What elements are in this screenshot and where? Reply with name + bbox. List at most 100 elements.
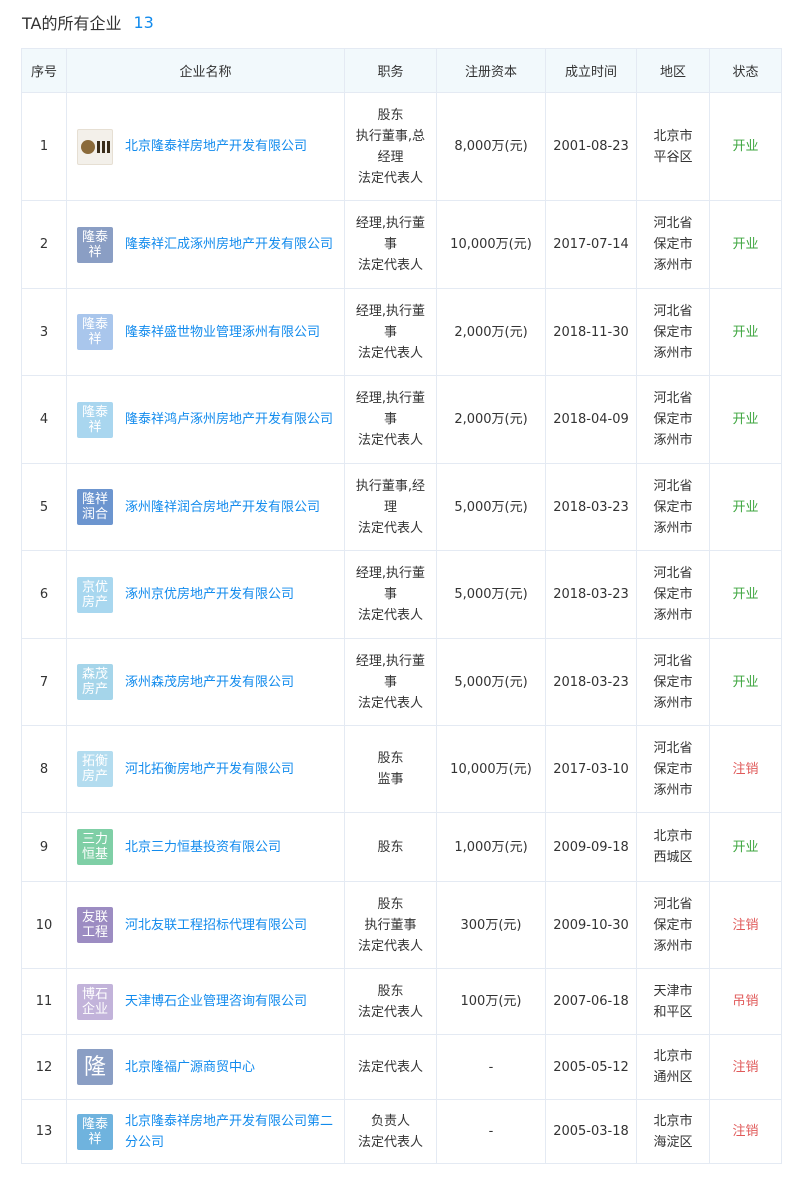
role-text: 经理,执行董 <box>355 653 426 669</box>
company-logo[interactable]: 三力恒基 <box>77 829 113 865</box>
company-logo[interactable]: 隆泰祥 <box>77 401 113 438</box>
date-cell: 2018-03-23 <box>545 463 637 551</box>
company-logo[interactable]: 隆祥润合 <box>77 489 113 525</box>
company-logo[interactable]: 森茂房产 <box>77 664 113 700</box>
company-logo[interactable]: 友联工程 <box>77 907 113 943</box>
region-cell: 河北省 保定市 涿州市 <box>636 725 710 813</box>
company-logo[interactable]: 隆泰祥 <box>77 1113 113 1150</box>
role-text: 事 <box>383 324 397 340</box>
company-name-link[interactable]: 隆泰祥盛世物业管理涿州有限公司 <box>125 322 320 343</box>
row-index: 12 <box>21 1034 67 1100</box>
status-cell: 注销 <box>709 1099 782 1164</box>
col-header-index: 序号 <box>21 48 67 93</box>
status-badge: 注销 <box>732 1059 759 1075</box>
table-row: 3 隆泰祥 隆泰祥盛世物业管理涿州有限公司 经理,执行董事法定代表人 2,000万(元)… <box>21 288 782 376</box>
region-cell: 河北省 保定市 涿州市 <box>636 288 710 376</box>
region-text: 涿州市 <box>653 433 693 448</box>
role-text: 经理,执行董 <box>355 391 426 406</box>
region-text: 北京市 <box>653 1113 693 1129</box>
date-cell: 2017-07-14 <box>545 200 637 289</box>
role-cell: 负责人 法定代表人 <box>344 1099 437 1164</box>
role-text: 事 <box>383 587 397 602</box>
company-logo[interactable]: 隆泰祥 <box>77 226 113 263</box>
status-cell: 开业 <box>709 463 782 551</box>
role-text: 法定代表人 <box>357 433 423 448</box>
region-text: 涿州市 <box>653 258 693 273</box>
col-header-date: 成立时间 <box>545 48 637 93</box>
company-name-link[interactable]: 北京三力恒基投资有限公司 <box>125 837 281 858</box>
col-header-company: 企业名称 <box>66 48 345 93</box>
status-cell: 开业 <box>709 550 782 639</box>
company-logo[interactable]: 拓衡房产 <box>77 751 113 787</box>
date-cell: 2007-06-18 <box>545 968 637 1035</box>
company-name-link[interactable]: 隆泰祥汇成涿州房地产开发有限公司 <box>125 234 333 255</box>
date-cell: 2001-08-23 <box>545 92 637 201</box>
role-text: 经理 <box>377 149 404 165</box>
table-row: 6 京优房产 涿州京优房地产开发有限公司 经理,执行董事法定代表人 5,000万(元) 2… <box>21 550 782 639</box>
company-logo[interactable]: 隆泰祥 <box>77 314 113 350</box>
status-cell: 开业 <box>709 812 782 882</box>
row-index: 3 <box>21 288 67 376</box>
company-name-link[interactable]: 河北友联工程招标代理有限公司 <box>125 915 307 936</box>
date-cell: 2009-10-30 <box>545 881 637 969</box>
status-badge: 开业 <box>732 324 759 340</box>
table-row: 13 隆泰祥 北京隆泰祥房地产开发有限公司第二分公司 负责人 法定代表人 -2005-03… <box>21 1099 782 1164</box>
company-cell: 隆泰祥 隆泰祥盛世物业管理涿州有限公司 <box>66 288 345 376</box>
role-cell: 经理,执行董事法定代表人 <box>344 200 437 289</box>
region-text: 保定市 <box>653 324 693 340</box>
company-name-link[interactable]: 北京隆泰祥房地产开发有限公司第二分公司 <box>125 1111 334 1153</box>
company-logo[interactable]: 京优房产 <box>77 576 113 613</box>
company-logo-icon[interactable] <box>77 128 113 165</box>
role-text: 法定代表人 <box>357 1004 423 1020</box>
company-name-link[interactable]: 涿州森茂房地产开发有限公司 <box>125 672 294 693</box>
company-cell: 隆泰祥 隆泰祥鸿卢涿州房地产开发有限公司 <box>66 375 345 464</box>
company-logo[interactable]: 隆 <box>77 1049 113 1085</box>
date-cell: 2009-09-18 <box>545 812 637 882</box>
company-name-link[interactable]: 隆泰祥鸿卢涿州房地产开发有限公司 <box>125 409 333 430</box>
status-badge: 吊销 <box>732 994 759 1009</box>
status-cell: 注销 <box>709 881 782 969</box>
capital-cell: 10,000万(元) <box>436 200 546 289</box>
role-cell: 经理,执行董事法定代表人 <box>344 375 437 464</box>
company-name-link[interactable]: 天津博石企业管理咨询有限公司 <box>125 991 307 1012</box>
company-cell: 森茂房产 涿州森茂房地产开发有限公司 <box>66 638 345 726</box>
company-name-link[interactable]: 北京隆泰祥房地产开发有限公司 <box>125 136 307 157</box>
capital-cell: 100万(元) <box>436 968 546 1035</box>
capital-cell: 5,000万(元) <box>436 638 546 726</box>
region-cell: 河北省 保定市 涿州市 <box>636 638 710 726</box>
region-cell: 北京市 西城区 <box>636 812 710 882</box>
company-name-link[interactable]: 北京隆福广源商贸中心 <box>125 1057 255 1078</box>
table-row: 11 博石企业 天津博石企业管理咨询有限公司 股东 法定代表人 100万(元) 2007-0… <box>21 968 782 1035</box>
company-cell: 博石企业 天津博石企业管理咨询有限公司 <box>66 968 345 1035</box>
status-cell: 开业 <box>709 288 782 376</box>
date-cell: 2005-05-12 <box>545 1034 637 1100</box>
table-row: 5 隆祥润合 涿州隆祥润合房地产开发有限公司 执行董事,经理法定代表人 5,000万(元… <box>21 463 782 551</box>
company-logo[interactable]: 博石企业 <box>77 983 113 1020</box>
region-text: 河北省 <box>653 896 693 912</box>
col-header-capital: 注册资本 <box>436 48 546 93</box>
col-header-role: 职务 <box>344 48 437 93</box>
company-name-link[interactable]: 涿州隆祥润合房地产开发有限公司 <box>125 497 320 518</box>
role-text: 监事 <box>377 772 404 787</box>
status-badge: 开业 <box>732 412 759 427</box>
status-badge: 开业 <box>732 499 759 515</box>
region-cell: 北京市 海淀区 <box>636 1099 710 1164</box>
status-badge: 开业 <box>732 839 759 855</box>
region-text: 河北省 <box>653 740 693 756</box>
region-text: 通州区 <box>653 1070 693 1085</box>
region-text: 保定市 <box>653 412 693 427</box>
company-cell: 隆祥润合 涿州隆祥润合房地产开发有限公司 <box>66 463 345 551</box>
row-index: 4 <box>21 375 67 464</box>
role-text: 经理,执行董 <box>355 303 426 319</box>
region-text: 海淀区 <box>653 1134 693 1150</box>
region-text: 北京市 <box>653 128 693 144</box>
company-name-link[interactable]: 涿州京优房地产开发有限公司 <box>125 584 294 605</box>
company-name-link[interactable]: 河北拓衡房地产开发有限公司 <box>125 759 294 780</box>
region-text: 河北省 <box>653 391 693 406</box>
region-cell: 河北省 保定市 涿州市 <box>636 881 710 969</box>
role-cell: 法定代表人 <box>344 1034 437 1100</box>
row-index: 9 <box>21 812 67 882</box>
role-text: 经理,执行董 <box>355 216 426 231</box>
company-count: 13 <box>133 12 154 32</box>
col-header-region: 地区 <box>636 48 710 93</box>
